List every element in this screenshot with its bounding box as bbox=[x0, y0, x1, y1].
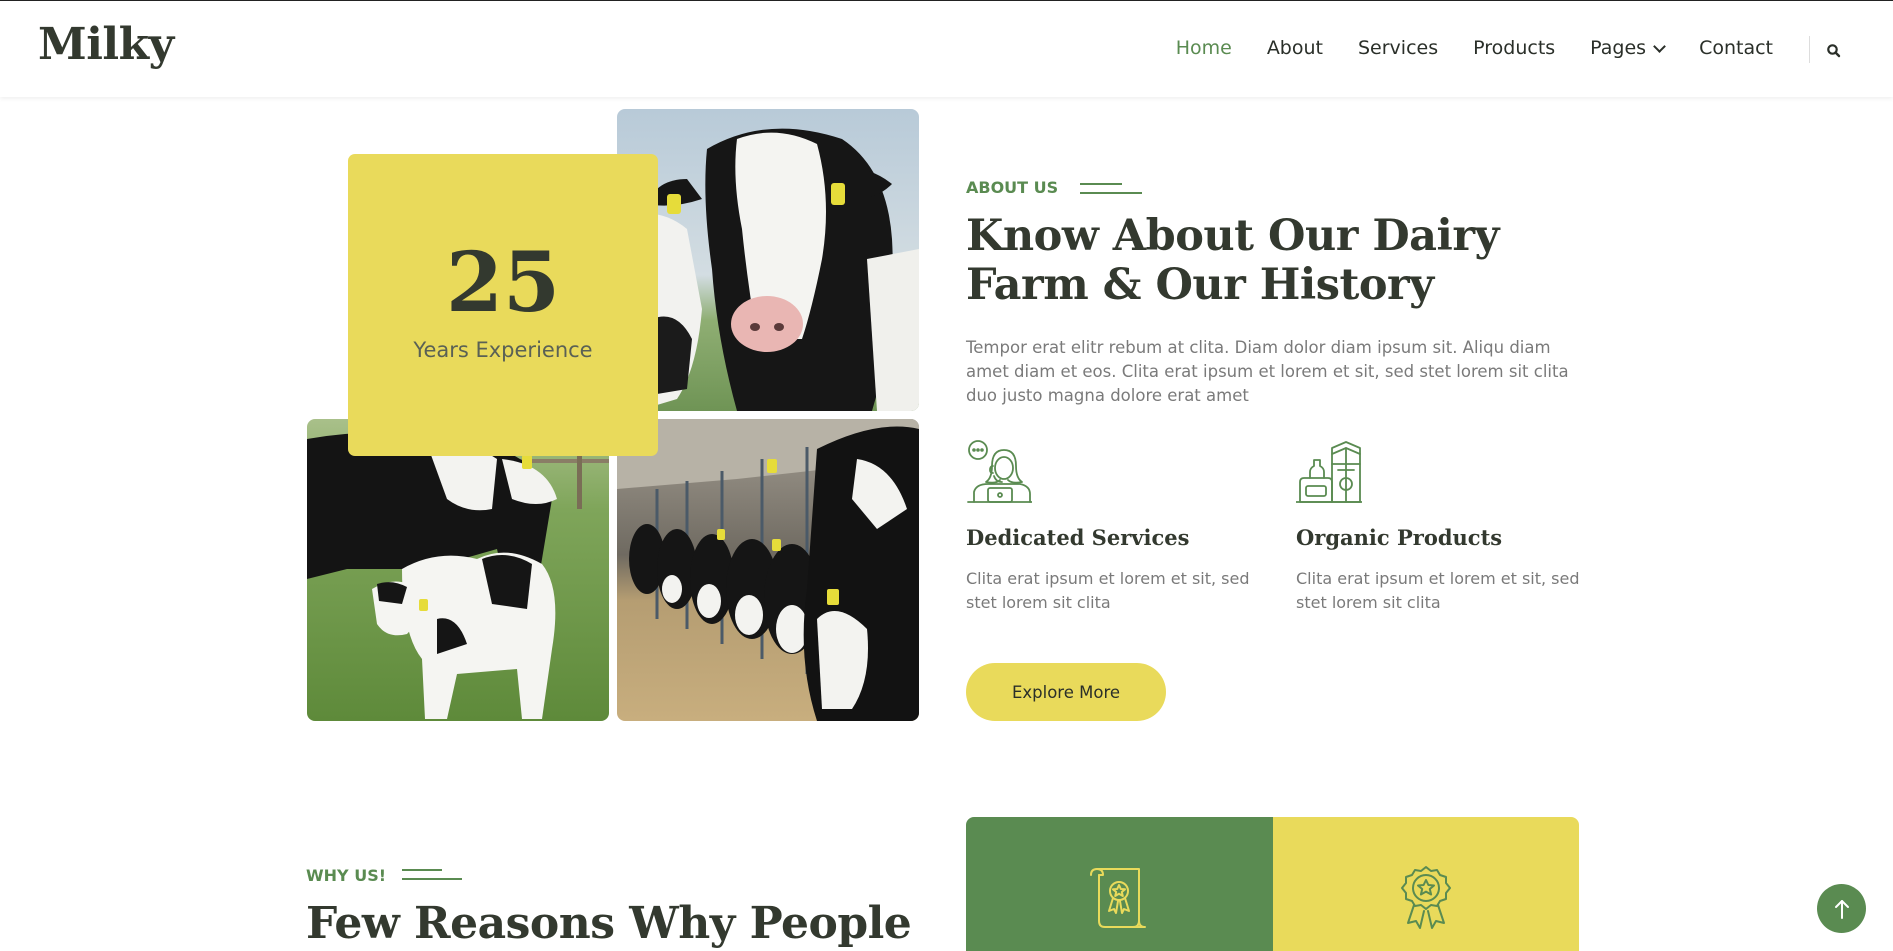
about-eyebrow: ABOUT US bbox=[966, 178, 1143, 197]
experience-box: 25 Years Experience bbox=[348, 154, 658, 456]
feature-desc-dedicated-services: Clita erat ipsum et lorem et sit, sed st… bbox=[966, 569, 1250, 612]
eyebrow-decoration bbox=[1080, 181, 1143, 195]
feature-title-organic-products: Organic Products bbox=[1296, 525, 1503, 550]
search-icon[interactable] bbox=[1824, 41, 1844, 61]
navbar: Milky Home About Services Products Pages… bbox=[0, 0, 1893, 97]
brand-logo[interactable]: Milky bbox=[38, 19, 174, 70]
nav-pages-label: Pages bbox=[1590, 37, 1647, 59]
cows-feeding-barn-image bbox=[617, 419, 919, 721]
about-title: Know About Our Dairy Farm & Our History bbox=[966, 211, 1499, 310]
why-eyebrow: WHY US! bbox=[306, 866, 464, 885]
certificate-icon bbox=[1087, 865, 1151, 931]
eyebrow-decoration bbox=[402, 868, 464, 883]
explore-more-button[interactable]: Explore More bbox=[966, 663, 1166, 721]
nav-services[interactable]: Services bbox=[1358, 37, 1438, 59]
back-to-top-button[interactable] bbox=[1817, 884, 1866, 933]
nav-pages-dropdown[interactable]: Pages bbox=[1590, 37, 1666, 59]
nav-about[interactable]: About bbox=[1267, 37, 1323, 59]
reason-card-award bbox=[1273, 817, 1579, 951]
cow-with-calf-image bbox=[307, 419, 609, 721]
dairy-products-icon bbox=[1295, 438, 1363, 504]
support-agent-icon bbox=[966, 438, 1033, 504]
feature-title-dedicated-services: Dedicated Services bbox=[966, 525, 1190, 550]
feature-desc-organic-products: Clita erat ipsum et lorem et sit, sed st… bbox=[1296, 569, 1580, 612]
nav-home[interactable]: Home bbox=[1176, 37, 1232, 59]
experience-number: 25 bbox=[445, 235, 561, 331]
reason-card-certificate bbox=[966, 817, 1273, 951]
arrow-up-icon bbox=[1834, 899, 1849, 919]
nav-contact[interactable]: Contact bbox=[1699, 37, 1773, 59]
chevron-down-icon bbox=[1653, 39, 1666, 53]
about-description: Tempor erat elitr rebum at clita. Diam d… bbox=[966, 338, 1569, 405]
why-eyebrow-label: WHY US! bbox=[306, 866, 387, 885]
main-nav: Home About Services Products Pages Conta… bbox=[1141, 37, 1773, 59]
cow-closeup-image bbox=[617, 109, 919, 411]
award-badge-icon bbox=[1394, 865, 1458, 931]
experience-label: Years Experience bbox=[413, 338, 593, 362]
about-eyebrow-label: ABOUT US bbox=[966, 178, 1059, 197]
nav-divider bbox=[1809, 36, 1810, 63]
why-title: Few Reasons Why People bbox=[306, 898, 912, 949]
nav-products[interactable]: Products bbox=[1473, 37, 1555, 59]
